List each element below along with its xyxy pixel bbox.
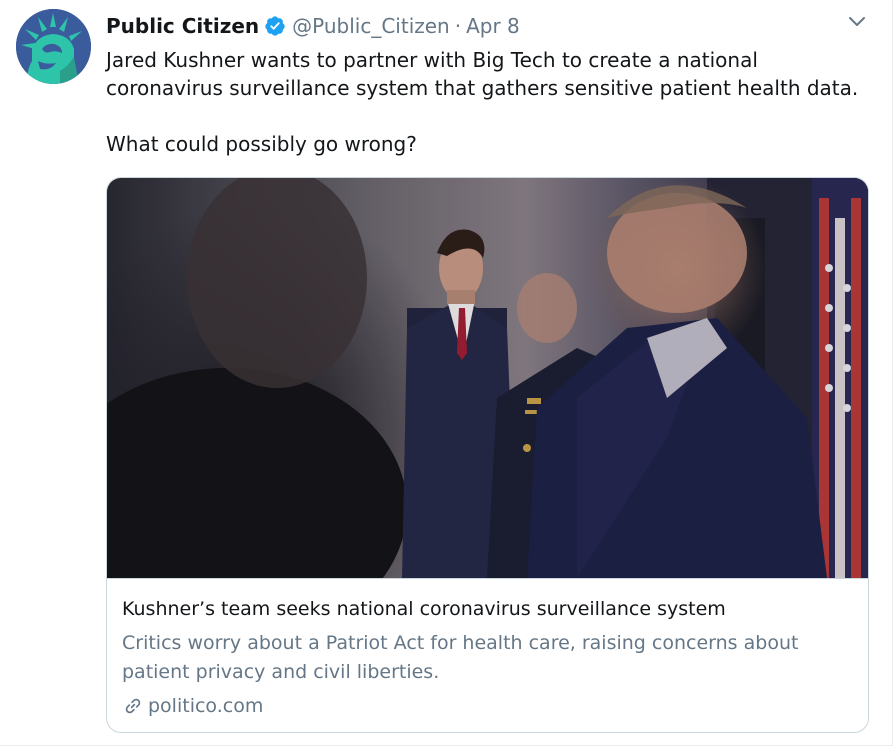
card-title: Kushner’s team seeks national coronaviru…	[122, 598, 726, 620]
tweet-container[interactable]: Public Citizen @Public_Citizen · Apr 8 J…	[0, 0, 893, 746]
tweet-header: Public Citizen @Public_Citizen · Apr 8	[106, 12, 520, 40]
tweet-text-paragraph: What could possibly go wrong?	[106, 132, 417, 156]
tweet-text: Jared Kushner wants to partner with Big …	[106, 46, 876, 158]
verified-badge-icon	[265, 16, 285, 36]
user-handle[interactable]: @Public_Citizen	[292, 14, 450, 38]
statue-of-liberty-logo-icon	[16, 9, 91, 84]
card-description: Critics worry about a Patriot Act for he…	[122, 632, 799, 683]
link-preview-card[interactable]: Kushner’s team seeks national coronaviru…	[106, 177, 869, 733]
card-domain-text: politico.com	[148, 695, 264, 717]
tweet-date[interactable]: Apr 8	[466, 14, 520, 38]
separator-dot: ·	[454, 14, 462, 38]
link-icon	[125, 698, 141, 714]
display-name[interactable]: Public Citizen	[106, 14, 259, 38]
card-photo	[107, 178, 868, 578]
chevron-down-icon[interactable]	[845, 13, 869, 31]
card-domain: politico.com	[122, 692, 263, 720]
avatar[interactable]	[16, 9, 91, 84]
card-text-area: Kushner’s team seeks national coronaviru…	[107, 578, 868, 717]
tweet-text-paragraph: Jared Kushner wants to partner with Big …	[106, 48, 859, 100]
